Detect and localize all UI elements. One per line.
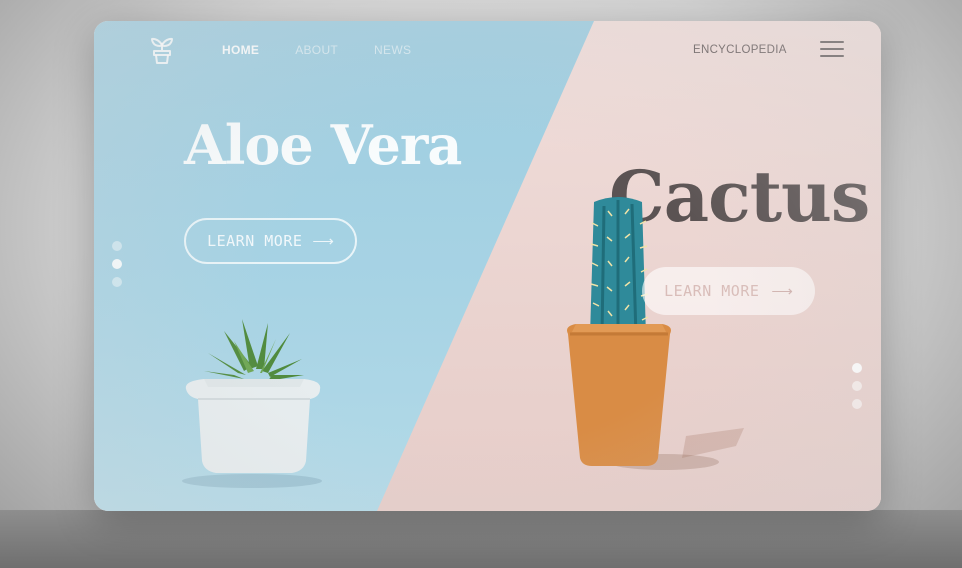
- main-nav: HOME ABOUT NEWS: [222, 43, 411, 57]
- arrow-right-icon: ⟶: [771, 283, 793, 300]
- slide-dot[interactable]: [112, 241, 122, 251]
- slide-dot[interactable]: [112, 277, 122, 287]
- cactus-plant-image: [567, 197, 744, 470]
- nav-news[interactable]: NEWS: [374, 43, 411, 57]
- slide-dot[interactable]: [852, 381, 862, 391]
- background-shadow-band: [0, 510, 962, 568]
- cactus-learn-more-button[interactable]: LEARN MORE ⟶: [642, 267, 815, 315]
- menu-line: [820, 55, 844, 57]
- landing-page-card: HOME ABOUT NEWS ENCYCLOPEDIA Aloe Vera L…: [94, 21, 881, 511]
- menu-line: [820, 41, 844, 43]
- right-slide-dots: [852, 363, 862, 417]
- button-label: LEARN MORE: [664, 282, 760, 300]
- menu-line: [820, 48, 844, 50]
- aloe-vera-title: Aloe Vera: [184, 113, 462, 177]
- left-slide-dots: [112, 241, 122, 295]
- nav-home[interactable]: HOME: [222, 43, 259, 57]
- slide-dot[interactable]: [852, 399, 862, 409]
- nav-about[interactable]: ABOUT: [295, 43, 338, 57]
- plant-pot-logo-icon[interactable]: [146, 34, 178, 66]
- slide-dot-active[interactable]: [852, 363, 862, 373]
- arrow-right-icon: ⟶: [312, 233, 334, 250]
- aloe-plant-image: [182, 319, 322, 488]
- button-label: LEARN MORE: [207, 232, 303, 250]
- slide-dot-active[interactable]: [112, 259, 122, 269]
- aloe-learn-more-button[interactable]: LEARN MORE ⟶: [184, 218, 357, 264]
- hamburger-menu-icon[interactable]: [820, 41, 844, 59]
- nav-encyclopedia[interactable]: ENCYCLOPEDIA: [693, 44, 787, 56]
